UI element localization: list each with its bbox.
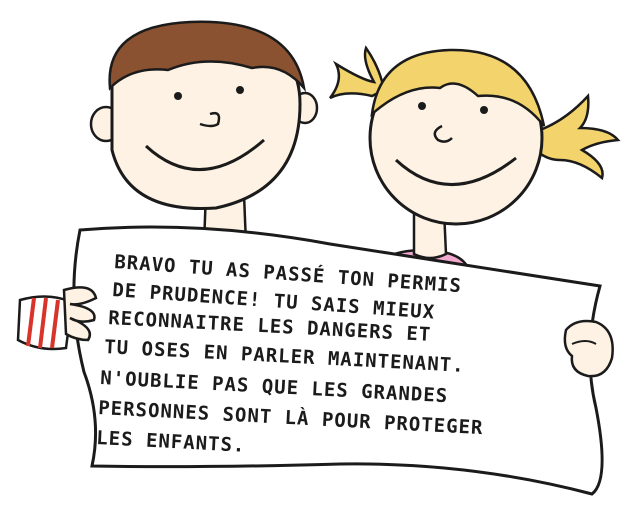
girl-right-pigtail — [536, 93, 621, 181]
illustration-scene: BRAVO TU AS PASSÉ TON PERMIS DE PRUDENCE… — [16, 20, 621, 496]
girl-left-eye — [418, 102, 426, 110]
boy-right-eye — [236, 86, 244, 94]
girl-left-pigtail — [329, 45, 386, 100]
girl-right-eye — [480, 106, 488, 114]
boy-left-eye — [174, 92, 182, 100]
boy-hand — [16, 286, 98, 351]
